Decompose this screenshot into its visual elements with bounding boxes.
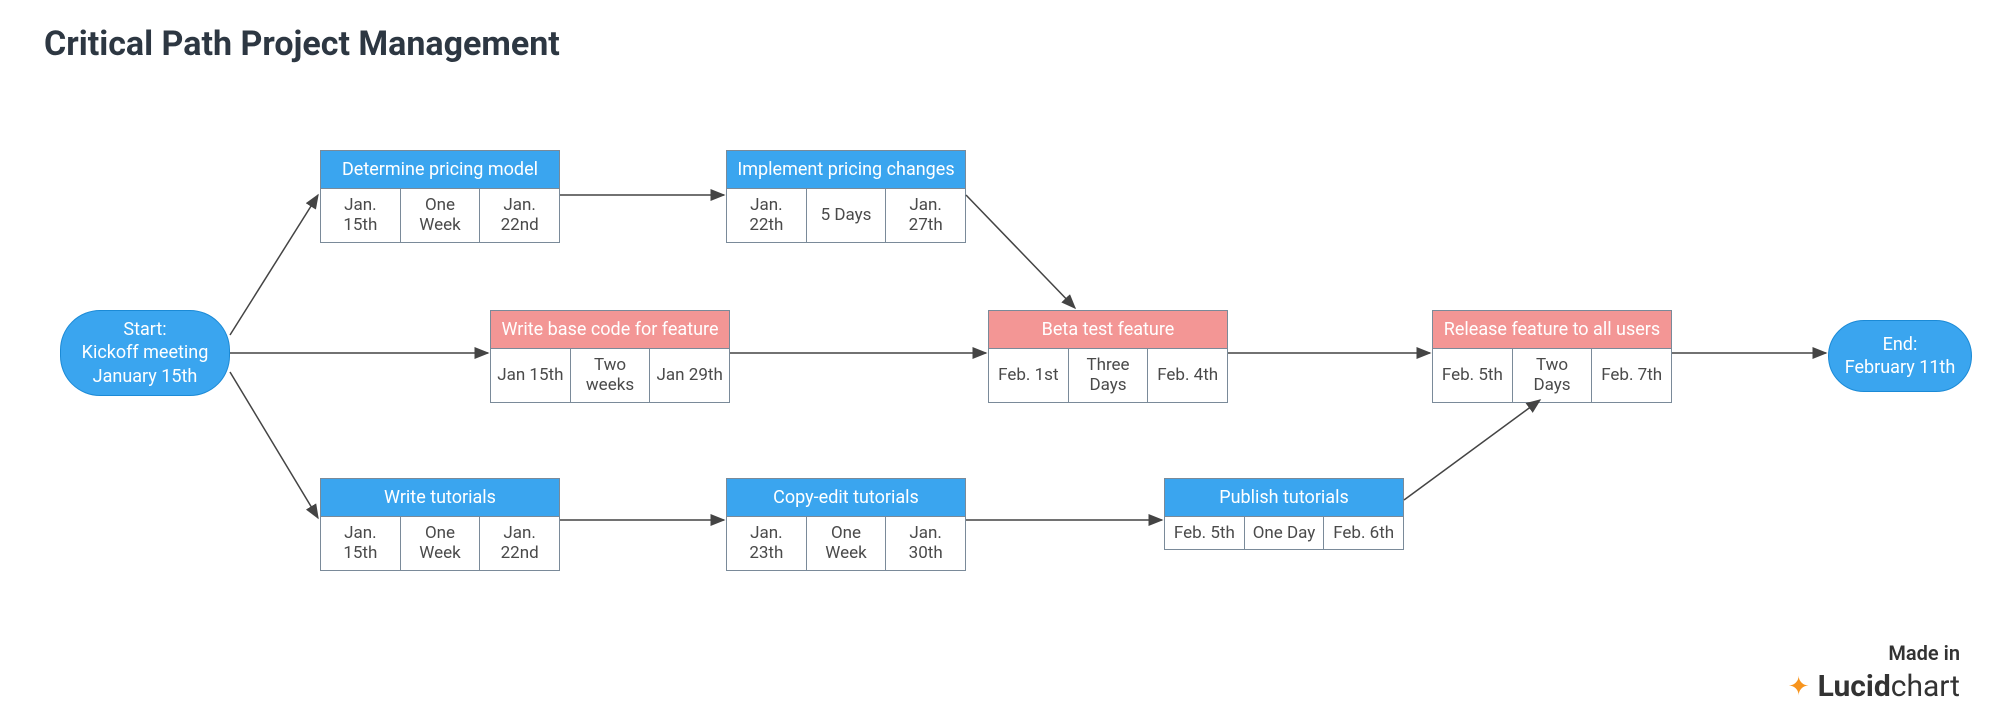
task-header: Beta test feature xyxy=(989,311,1227,349)
task-end: Jan. 22nd xyxy=(480,517,559,570)
end-line2: February 11th xyxy=(1845,356,1956,379)
task-release-feature: Release feature to all users Feb. 5th Tw… xyxy=(1432,310,1672,403)
task-header: Write tutorials xyxy=(321,479,559,517)
start-line3: January 15th xyxy=(82,365,209,388)
end-node: End: February 11th xyxy=(1828,320,1972,392)
task-beta-test: Beta test feature Feb. 1st Three Days Fe… xyxy=(988,310,1228,403)
task-end: Feb. 7th xyxy=(1592,349,1671,402)
start-line2: Kickoff meeting xyxy=(82,341,209,364)
brand-bold: Lucid xyxy=(1818,669,1891,704)
task-end: Feb. 4th xyxy=(1148,349,1227,402)
task-header: Determine pricing model xyxy=(321,151,559,189)
task-write-base-code: Write base code for feature Jan 15th Two… xyxy=(490,310,730,403)
task-start: Jan. 22th xyxy=(727,189,807,242)
task-start: Jan 15th xyxy=(491,349,571,402)
task-start: Feb. 5th xyxy=(1433,349,1513,402)
task-implement-pricing: Implement pricing changes Jan. 22th 5 Da… xyxy=(726,150,966,243)
task-start: Feb. 1st xyxy=(989,349,1069,402)
task-duration: 5 Days xyxy=(807,189,887,242)
lucidchart-logo: ✦ Lucidchart xyxy=(1788,669,1960,704)
task-publish-tutorials: Publish tutorials Feb. 5th One Day Feb. … xyxy=(1164,478,1404,550)
task-duration: One Week xyxy=(807,517,887,570)
task-end: Jan. 30th xyxy=(886,517,965,570)
task-write-tutorials: Write tutorials Jan. 15th One Week Jan. … xyxy=(320,478,560,571)
task-end: Jan 29th xyxy=(650,349,729,402)
task-start: Jan. 15th xyxy=(321,189,401,242)
task-duration: Two weeks xyxy=(571,349,651,402)
lucidchart-icon: ✦ xyxy=(1788,672,1810,702)
task-start: Jan. 23th xyxy=(727,517,807,570)
task-header: Copy-edit tutorials xyxy=(727,479,965,517)
task-start: Feb. 5th xyxy=(1165,517,1245,549)
start-node: Start: Kickoff meeting January 15th xyxy=(60,310,230,396)
task-end: Jan. 27th xyxy=(886,189,965,242)
task-header: Publish tutorials xyxy=(1165,479,1403,517)
task-duration: Three Days xyxy=(1069,349,1149,402)
task-determine-pricing: Determine pricing model Jan. 15th One We… xyxy=(320,150,560,243)
task-duration: One Week xyxy=(401,189,481,242)
end-line1: End: xyxy=(1845,333,1956,356)
footer-attribution: Made in ✦ Lucidchart xyxy=(1788,641,1960,704)
task-end: Jan. 22nd xyxy=(480,189,559,242)
task-end: Feb. 6th xyxy=(1324,517,1403,549)
task-duration: One Week xyxy=(401,517,481,570)
task-copy-edit: Copy-edit tutorials Jan. 23th One Week J… xyxy=(726,478,966,571)
page-title: Critical Path Project Management xyxy=(44,24,560,64)
task-duration: One Day xyxy=(1245,517,1325,549)
made-in-label: Made in xyxy=(1788,641,1960,665)
start-line1: Start: xyxy=(82,318,209,341)
task-header: Write base code for feature xyxy=(491,311,729,349)
task-duration: Two Days xyxy=(1513,349,1593,402)
task-start: Jan. 15th xyxy=(321,517,401,570)
task-header: Implement pricing changes xyxy=(727,151,965,189)
brand-light: chart xyxy=(1891,669,1960,704)
task-header: Release feature to all users xyxy=(1433,311,1671,349)
